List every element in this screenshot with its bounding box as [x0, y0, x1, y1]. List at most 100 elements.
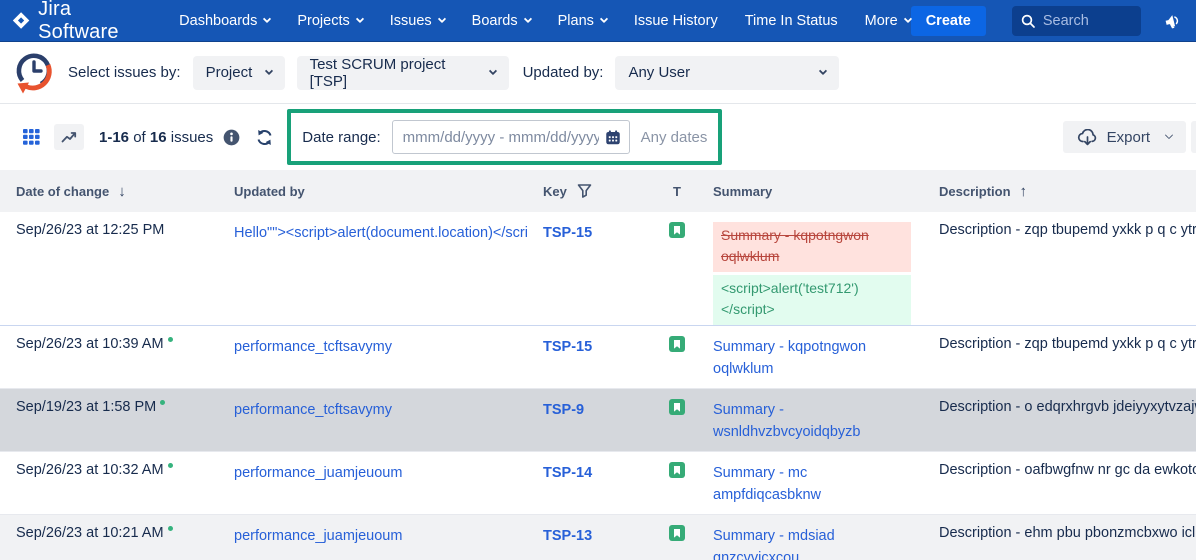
summary-link[interactable]: Summary - wsnldhvzbvcyoidqbyzb: [713, 402, 861, 440]
date-range-field[interactable]: [392, 120, 630, 154]
nav-item-label: Time In Status: [745, 13, 838, 29]
cell-date-of-change: Sep/26/23 at 10:21 AM: [0, 515, 218, 560]
nav-item-dashboards[interactable]: Dashboards: [179, 13, 270, 29]
issue-key-link[interactable]: TSP-15: [543, 339, 592, 355]
change-date: Sep/26/23 at 12:25 PM: [16, 222, 164, 238]
table-view-icon: [23, 129, 40, 145]
description-text: Description - zqp tbupemd yxkk p q c ytr…: [939, 222, 1196, 238]
cell-issue-type: [657, 515, 697, 560]
nav-item-label: Plans: [558, 13, 594, 29]
story-icon: [669, 399, 685, 415]
description-text: Description - o edqrxhrgvb jdeiyyxytvzaj…: [939, 399, 1196, 415]
project-dropdown[interactable]: Test SCRUM project [TSP]: [297, 56, 509, 90]
updated-by-link[interactable]: Hello""><script>alert(document.location)…: [234, 225, 527, 241]
summary-link[interactable]: Summary - mdsiad gnzcvvicxcou: [713, 528, 835, 560]
new-change-dot: [168, 526, 173, 531]
toolbar: 1-16 of 16 issues Date range:: [0, 104, 1196, 170]
chevron-down-icon: [1165, 131, 1173, 139]
nav-item-projects[interactable]: Projects: [297, 13, 362, 29]
cell-date-of-change: Sep/19/23 at 1:58 PM: [0, 389, 218, 451]
export-cloud-icon: [1077, 129, 1098, 146]
story-icon: [669, 462, 685, 478]
description-text: Description - ehm pbu pbonzmcbxwo iclm: [939, 525, 1196, 541]
summary-link[interactable]: Summary - mc ampfdiqcasbknw: [713, 465, 821, 503]
table-row[interactable]: Sep/26/23 at 10:21 AM performance_juamjeu…: [0, 515, 1196, 560]
summary-removed-value: Summary - kqpotngwon oqlwklum: [713, 222, 911, 272]
brand-label: Jira Software: [38, 0, 141, 44]
issue-history-app-logo: [10, 49, 56, 97]
header-updated-by: Updated by: [218, 184, 527, 199]
header-type: T: [657, 184, 697, 199]
nav-item-label: More: [865, 13, 898, 29]
clipped-button-edge: [1191, 121, 1196, 153]
megaphone-icon[interactable]: [1163, 10, 1182, 32]
jira-brand[interactable]: Jira Software: [12, 0, 141, 44]
table-row[interactable]: Sep/26/23 at 10:39 AMperformance_tcftsav…: [0, 326, 1196, 389]
chevron-down-icon: [264, 66, 272, 74]
cell-issue-type: [657, 389, 697, 451]
date-range-label: Date range:: [302, 129, 380, 146]
cell-description: Description - zqp tbupemd yxkk p q c ytr…: [923, 212, 1196, 325]
nav-item-time-in-status[interactable]: Time In Status: [745, 13, 838, 29]
new-change-dot: [168, 463, 173, 468]
issue-key-link[interactable]: TSP-13: [543, 528, 592, 544]
jira-logo-icon: [12, 10, 30, 31]
info-icon: [223, 129, 240, 146]
updated-by-link[interactable]: performance_juamjeuoum: [234, 465, 402, 481]
table-view-button[interactable]: [16, 124, 46, 150]
table-row[interactable]: Sep/26/23 at 10:32 AM performance_juamjeu…: [0, 452, 1196, 515]
select-issues-by-label: Select issues by:: [68, 64, 181, 81]
updated-by-dropdown[interactable]: Any User: [615, 56, 839, 90]
chevron-down-icon: [819, 66, 827, 74]
cell-summary: Summary - mdsiad gnzcvvicxcou: [697, 515, 923, 560]
description-text: Description - zqp tbupemd yxkk p q c ytr…: [939, 336, 1196, 352]
select-by-value: Project: [206, 64, 253, 81]
nav-item-label: Dashboards: [179, 13, 257, 29]
search-input[interactable]: [1043, 13, 1133, 29]
updated-by-link[interactable]: performance_juamjeuoum: [234, 528, 402, 544]
table-row[interactable]: Sep/26/23 at 12:25 PM Hello""><script>ale…: [0, 212, 1196, 326]
nav-item-issue-history[interactable]: Issue History: [634, 13, 718, 29]
summary-link[interactable]: Summary - kqpotngwon oqlwklum: [713, 339, 866, 377]
filter-funnel-icon[interactable]: [577, 183, 592, 199]
issue-key-link[interactable]: TSP-14: [543, 465, 592, 481]
info-button[interactable]: [223, 129, 240, 146]
header-date-of-change[interactable]: Date of change ↓: [0, 183, 218, 200]
header-description[interactable]: Description ↑: [923, 183, 1196, 200]
cell-summary: Summary - wsnldhvzbvcyoidqbyzb: [697, 389, 923, 451]
cell-summary: Summary - kqpotngwon oqlwklum<script>ale…: [697, 212, 923, 325]
nav-item-label: Boards: [472, 13, 518, 29]
description-text: Description - oafbwgfnw nr gc da ewkotoa: [939, 462, 1196, 478]
issue-key-link[interactable]: TSP-9: [543, 402, 584, 418]
cell-updated-by: Hello""><script>alert(document.location)…: [218, 212, 527, 325]
export-button[interactable]: Export: [1063, 121, 1186, 153]
top-nav: Jira Software Dashboards Projects Issues Bo…: [0, 0, 1196, 42]
select-by-dropdown[interactable]: Project: [193, 56, 285, 90]
search-box[interactable]: [1012, 6, 1141, 36]
nav-item-more[interactable]: More: [865, 13, 911, 29]
calendar-icon[interactable]: [605, 128, 621, 147]
updated-by-value: Any User: [628, 64, 690, 81]
date-range-input[interactable]: [403, 129, 599, 146]
header-key[interactable]: Key: [527, 183, 657, 199]
updated-by-link[interactable]: performance_tcftsavymy: [234, 402, 392, 418]
create-button[interactable]: Create: [911, 6, 986, 36]
nav-item-plans[interactable]: Plans: [558, 13, 607, 29]
refresh-button[interactable]: [255, 128, 274, 147]
nav-item-issues[interactable]: Issues: [390, 13, 445, 29]
cell-description: Description - zqp tbupemd yxkk p q c ytr…: [923, 326, 1196, 388]
updated-by-link[interactable]: performance_tcftsavymy: [234, 339, 392, 355]
cell-description: Description - ehm pbu pbonzmcbxwo iclm: [923, 515, 1196, 560]
issue-key-link[interactable]: TSP-15: [543, 225, 592, 241]
story-icon: [669, 525, 685, 541]
cell-updated-by: performance_juamjeuoum: [218, 452, 527, 514]
cell-issue-type: [657, 326, 697, 388]
chart-view-button[interactable]: [54, 124, 84, 150]
nav-item-boards[interactable]: Boards: [472, 13, 531, 29]
table-row[interactable]: Sep/19/23 at 1:58 PM performance_tcftsavy…: [0, 389, 1196, 452]
cell-issue-type: [657, 452, 697, 514]
cell-key: TSP-13: [527, 515, 657, 560]
cell-date-of-change: Sep/26/23 at 10:32 AM: [0, 452, 218, 514]
table-body: Sep/26/23 at 12:25 PM Hello""><script>ale…: [0, 212, 1196, 560]
issues-table: Date of change ↓ Updated by Key T Summar…: [0, 170, 1196, 560]
